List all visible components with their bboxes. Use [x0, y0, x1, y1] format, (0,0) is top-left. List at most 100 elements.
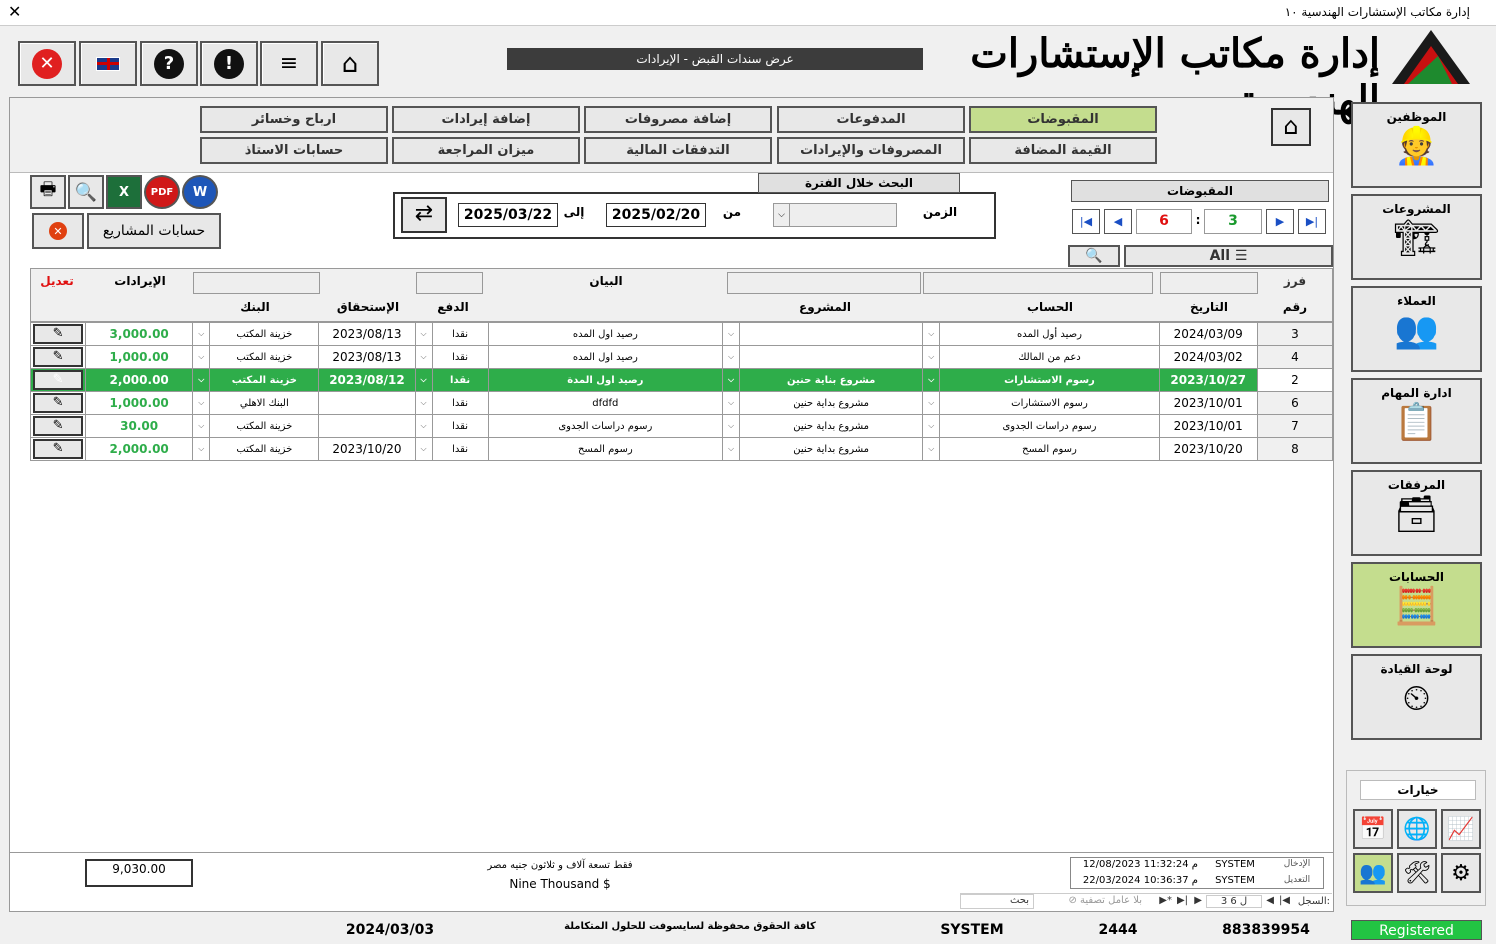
chevron-down-icon[interactable]: ⌵ [922, 437, 941, 461]
chevron-down-icon[interactable]: ⌵ [192, 368, 211, 392]
prev-record-button[interactable]: ◀ [1104, 209, 1132, 234]
chevron-down-icon[interactable]: ⌵ [414, 322, 433, 346]
exit-button[interactable]: ✕ [18, 41, 76, 86]
menu-button[interactable]: ≡ [260, 41, 318, 86]
preview-icon[interactable]: 🔍 [68, 175, 104, 209]
info-button[interactable]: ! [200, 41, 258, 86]
project-cell: مشروع بداية حنين [739, 414, 924, 438]
window-close-icon[interactable]: ✕ [8, 2, 21, 21]
chevron-down-icon[interactable]: ⌵ [721, 414, 741, 438]
tab-add-expenses[interactable]: إضافة مصروفات [584, 106, 772, 133]
sidebar-attachments[interactable]: المرفقات 🗃 [1351, 470, 1482, 556]
users-button[interactable]: 👥 [1353, 853, 1393, 893]
chevron-down-icon[interactable]: ⌵ [192, 391, 211, 415]
chevron-down-icon[interactable]: ⌵ [192, 437, 211, 461]
edit-icon[interactable]: ✎ [33, 439, 84, 459]
first-icon[interactable]: |◀ [1279, 895, 1290, 906]
next-record-button[interactable]: ▶ [1266, 209, 1294, 234]
sidebar-accounts[interactable]: الحسابات 🧮 [1351, 562, 1482, 648]
tab-payments[interactable]: المدفوعات [777, 106, 965, 133]
edit-icon[interactable]: ✎ [33, 393, 84, 413]
chevron-down-icon[interactable]: ⌵ [922, 391, 941, 415]
edit-icon[interactable]: ✎ [33, 416, 84, 436]
settings-button[interactable]: ⚙ [1441, 853, 1481, 893]
bank-filter-select[interactable] [193, 272, 320, 294]
calendar-button[interactable]: 📅 [1353, 809, 1393, 849]
record-search-input[interactable]: بحث [960, 894, 1034, 909]
record-position[interactable]: 3 ل 6 [1206, 895, 1262, 908]
help-button[interactable]: ? [140, 41, 198, 86]
account-filter-select[interactable] [923, 272, 1153, 294]
tab-trial-balance[interactable]: ميزان المراجعة [392, 137, 580, 164]
edit-icon[interactable]: ✎ [33, 370, 84, 390]
sidebar-employees[interactable]: الموظفين 👷 [1351, 102, 1482, 188]
chevron-down-icon[interactable]: ⌵ [192, 345, 211, 369]
chevron-down-icon[interactable]: ⌵ [414, 368, 433, 392]
cancel-button[interactable]: ✕ [32, 213, 84, 249]
sidebar-dashboard[interactable]: لوحة القيادة ⏲ [1351, 654, 1482, 740]
table-row[interactable]: ✎ 3,000.00 ⌵ خزينة المكتب 2023/08/13 ⌵ نقدا رصي… [29, 322, 1334, 346]
print-icon[interactable]: 🖶 [30, 175, 66, 209]
tab-ledger[interactable]: حسابات الاستاذ [200, 137, 388, 164]
chevron-down-icon[interactable]: ⌵ [922, 322, 941, 346]
sidebar-clients[interactable]: العملاء 👥 [1351, 286, 1482, 372]
tab-expenses-revenues[interactable]: المصروفات والإيرادات [777, 137, 965, 164]
pdf-icon[interactable]: PDF [144, 175, 180, 209]
chevron-down-icon[interactable]: ⌵ [721, 391, 741, 415]
chevron-down-icon[interactable]: ⌵ [192, 322, 211, 346]
refresh-button[interactable]: ⇄ [401, 197, 447, 233]
chevron-down-icon[interactable]: ⌵ [192, 414, 211, 438]
chevron-down-icon[interactable]: ⌵ [922, 414, 941, 438]
filter-all-button[interactable]: All ☰ [1124, 245, 1333, 267]
date-from-field[interactable]: 2025/02/20 [606, 203, 706, 227]
next-icon[interactable]: ▶ [1194, 895, 1202, 906]
chevron-down-icon[interactable]: ⌵ [922, 345, 941, 369]
search-button[interactable]: 🔍 [1068, 245, 1120, 267]
pay-filter-select[interactable] [416, 272, 483, 294]
word-icon[interactable]: W [182, 175, 218, 209]
chart-button[interactable]: 📈 [1441, 809, 1481, 849]
tab-home-button[interactable]: ⌂ [1271, 108, 1311, 146]
table-row[interactable]: ✎ 1,000.00 ⌵ خزينة المكتب 2023/08/13 ⌵ نقدا رصي… [29, 345, 1334, 369]
chevron-down-icon[interactable]: ⌵ [922, 368, 941, 392]
chevron-down-icon[interactable]: ⌵ [414, 345, 433, 369]
chevron-down-icon[interactable]: ⌵ [721, 345, 741, 369]
current-record[interactable]: 3 [1204, 209, 1262, 234]
table-row[interactable]: ✎ 2,000.00 ⌵ خزينة المكتب 2023/08/12 ⌵ نقدا رصي… [29, 368, 1334, 392]
last-icon[interactable]: ▶| [1177, 895, 1188, 906]
chevron-down-icon[interactable]: ⌵ [414, 391, 433, 415]
globe-button[interactable]: 🌐 [1397, 809, 1437, 849]
tab-cash-flow[interactable]: التدفقات المالية [584, 137, 772, 164]
project-accounts-button[interactable]: حسابات المشاريع [87, 213, 221, 249]
chevron-down-icon[interactable]: ⌵ [414, 437, 433, 461]
edit-icon[interactable]: ✎ [33, 347, 84, 367]
table-row[interactable]: ✎ 1,000.00 ⌵ البنك الاهلي ⌵ نقدا dfdfd ⌵ مشروع ب… [29, 391, 1334, 415]
date-filter-select[interactable] [1160, 272, 1258, 294]
date-to-field[interactable]: 2025/03/22 [458, 203, 558, 227]
last-record-button[interactable]: ▶| [1298, 209, 1326, 234]
period-select[interactable]: ⌵ [773, 203, 897, 227]
table-row[interactable]: ✎ 30.00 ⌵ خزينة المكتب ⌵ نقدا رسوم دراسات الجد… [29, 414, 1334, 438]
tab-vat[interactable]: القيمة المضافة [969, 137, 1157, 164]
chevron-down-icon[interactable]: ⌵ [414, 414, 433, 438]
edit-icon[interactable]: ✎ [33, 324, 84, 344]
new-record-icon[interactable]: ▶* [1159, 895, 1172, 906]
nav-title: المقبوضات [1071, 180, 1329, 202]
home-button[interactable]: ⌂ [321, 41, 379, 86]
sidebar-tasks[interactable]: ادارة المهام 📋 [1351, 378, 1482, 464]
project-filter-select[interactable] [727, 272, 921, 294]
language-button[interactable] [79, 41, 137, 86]
excel-icon[interactable]: X [106, 175, 142, 209]
chevron-down-icon[interactable]: ⌵ [721, 322, 741, 346]
table-row[interactable]: ✎ 2,000.00 ⌵ خزينة المكتب 2023/10/20 ⌵ نقدا رسو… [29, 437, 1334, 461]
chevron-down-icon[interactable]: ⌵ [721, 368, 741, 392]
sidebar-projects[interactable]: المشروعات 🏗 [1351, 194, 1482, 280]
tab-profit-loss[interactable]: ارباح وخسائر [200, 106, 388, 133]
tab-add-revenues[interactable]: إضافة إيرادات [392, 106, 580, 133]
prev-icon[interactable]: ◀ [1266, 895, 1274, 906]
first-record-button[interactable]: |◀ [1072, 209, 1100, 234]
no-filter-label[interactable]: ⊘ بلا عامل تصفية [1068, 895, 1142, 906]
tab-receipts[interactable]: المقبوضات [969, 106, 1157, 133]
chevron-down-icon[interactable]: ⌵ [721, 437, 741, 461]
tools-button[interactable]: 🛠 [1397, 853, 1437, 893]
